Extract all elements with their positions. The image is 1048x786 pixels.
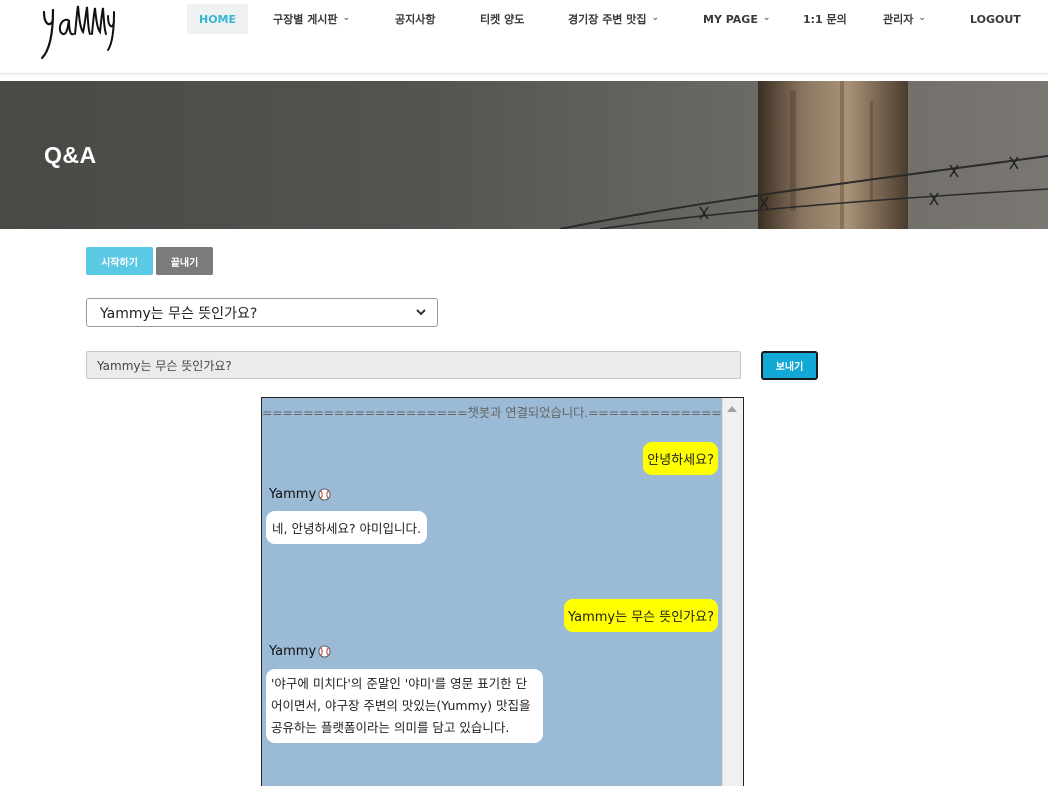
nav-logout[interactable]: LOGOUT: [970, 4, 1021, 34]
start-button[interactable]: 시작하기: [86, 247, 153, 275]
user-message: Yammy는 무슨 뜻인가요?: [563, 599, 718, 632]
chat-window[interactable]: ====================챗봇과 연결되었습니다.========…: [261, 397, 744, 786]
message-input-value: Yammy는 무슨 뜻인가요?: [97, 358, 232, 373]
chevron-down-icon: [416, 309, 426, 316]
nav-stadium-board[interactable]: 구장별 게시판 ⌄: [273, 4, 350, 34]
baseball-icon: [318, 488, 331, 501]
chat-system-message: ====================챗봇과 연결되었습니다.========…: [262, 405, 723, 420]
nav-ticket-transfer[interactable]: 티켓 양도: [480, 4, 524, 34]
bot-name: Yammy: [269, 487, 331, 502]
nav-my-page[interactable]: MY PAGE ⌄: [703, 4, 770, 34]
chevron-down-icon: ⌄: [918, 13, 926, 23]
chevron-down-icon: ⌄: [651, 13, 660, 23]
chevron-down-icon: ⌄: [762, 13, 771, 23]
end-button[interactable]: 끝내기: [156, 247, 213, 275]
page-banner: Q&A: [0, 81, 1048, 229]
message-input[interactable]: Yammy는 무슨 뜻인가요?: [86, 351, 741, 379]
nav-home[interactable]: HOME: [187, 4, 249, 34]
send-button[interactable]: 보내기: [761, 351, 818, 380]
scroll-up-arrow-icon[interactable]: [727, 406, 737, 412]
yammy-logo[interactable]: [40, 2, 120, 62]
bot-message: 네, 안녕하세요? 야미입니다.: [266, 511, 428, 544]
nav-restaurants[interactable]: 경기장 주변 맛집 ⌄: [568, 4, 659, 34]
bot-message: '야구에 미치다'의 준말인 '야미'를 영문 표기한 단 어이면서, 야구장 …: [266, 669, 543, 743]
fence-post-image: [559, 81, 1048, 229]
baseball-icon: [318, 645, 331, 658]
question-select-value: Yammy는 무슨 뜻인가요?: [100, 305, 258, 322]
bot-name: Yammy: [269, 644, 331, 659]
nav-notice[interactable]: 공지사항: [395, 4, 435, 34]
chevron-down-icon: ⌄: [342, 13, 351, 23]
user-message: 안녕하세요?: [643, 442, 718, 475]
nav-inquiry[interactable]: 1:1 문의: [803, 4, 847, 34]
page-title: Q&A: [44, 142, 97, 168]
chat-scrollbar[interactable]: [722, 398, 743, 786]
question-select[interactable]: Yammy는 무슨 뜻인가요?: [86, 298, 438, 327]
nav-admin[interactable]: 관리자 ⌄: [883, 4, 926, 34]
site-header: HOME 구장별 게시판 ⌄ 공지사항 티켓 양도 경기장 주변 맛집 ⌄ MY P…: [0, 0, 1048, 74]
